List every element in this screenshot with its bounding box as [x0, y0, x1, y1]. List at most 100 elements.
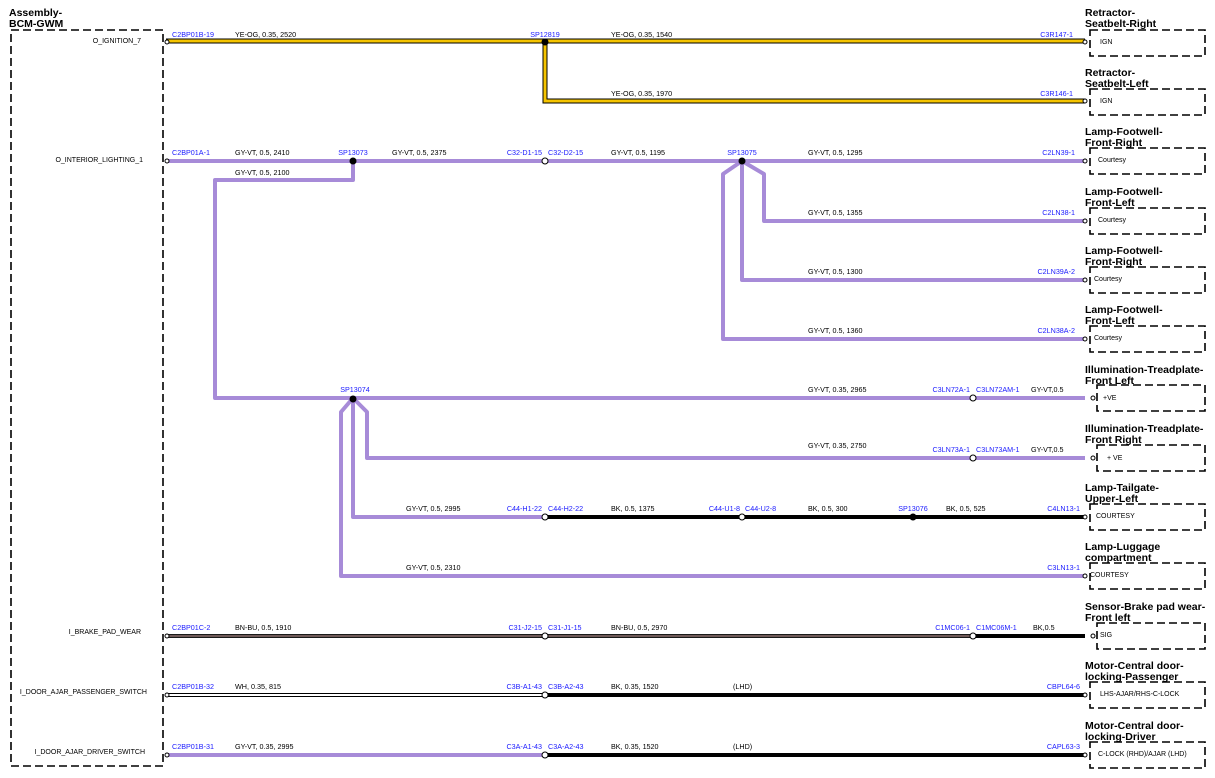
wire-label: YE-OG, 0.35, 2520 [235, 30, 296, 39]
wire-label: BK, 0.5, 525 [946, 504, 986, 513]
wire-label: BK, 0.35, 1520 [611, 742, 659, 751]
connector-label: C3LN73A-1 [932, 445, 970, 454]
connector-label: C32-D2-15 [548, 148, 583, 157]
connector-label: C3A-A1-43 [506, 742, 542, 751]
wire-label: BK,0.5 [1033, 623, 1055, 632]
wire-label: GY-VT, 0.5, 1360 [808, 326, 862, 335]
splice-sp12819 [541, 38, 549, 46]
wire-label: BN-BU, 0.5, 1910 [235, 623, 291, 632]
wire-label: (LHD) [733, 742, 752, 751]
splice-sp13076 [909, 513, 917, 521]
connector-label: C2LN38-1 [1042, 208, 1075, 217]
wire-label: BK, 0.5, 1375 [611, 504, 655, 513]
module-output-ignition: O_IGNITION_7 [93, 38, 141, 45]
wire-label: GY-VT, 0.5, 2995 [406, 504, 460, 513]
component-3-pin: Courtesy [1098, 217, 1127, 224]
connector-labels: C2BP01B-19 SP12819 C3R147-1 C3R146-1 C2B… [172, 30, 1080, 751]
inline-connector-c44-h [541, 513, 549, 521]
wire-label: GY-VT, 0.5, 1195 [611, 148, 665, 157]
module-output-door-ajar-passenger: I_DOOR_AJAR_PASSENGER_SWITCH [20, 689, 147, 696]
wire-label: YE-OG, 0.35, 1970 [611, 89, 672, 98]
wire-label: GY-VT, 0.5, 2310 [406, 563, 460, 572]
connector-label: C3LN72A-1 [932, 385, 970, 394]
connector-label: C31-J2-15 [508, 623, 542, 632]
module-output-brake-pad-wear: I_BRAKE_PAD_WEAR [69, 629, 141, 636]
wire-label: YE-OG, 0.35, 1540 [611, 30, 672, 39]
component-8-pin: COURTESY [1096, 513, 1135, 520]
component-6-pin: +VE [1103, 395, 1117, 402]
component-0-pin: IGN [1100, 39, 1112, 46]
wire-label: GY-VT,0.5 [1031, 385, 1064, 394]
connector-label: C2BP01B-19 [172, 30, 214, 39]
wire-label: BK, 0.5, 300 [808, 504, 848, 513]
connector-label: C31-J1-15 [548, 623, 582, 632]
splice-label: SP13076 [898, 504, 928, 513]
component-0-title-line2: Seatbelt-Right [1085, 18, 1157, 30]
component-12-pin: C-LOCK (RHD)/AJAR (LHD) [1098, 751, 1187, 758]
inline-connector-c3b [541, 691, 549, 699]
connector-label: C2LN39-1 [1042, 148, 1075, 157]
module-terminals [164, 39, 170, 758]
connector-label: C2LN39A-2 [1037, 267, 1075, 276]
connector-label: C44-H1-22 [507, 504, 542, 513]
components: Retractor- Seatbelt-Right IGN Retractor-… [1085, 7, 1206, 769]
module-bcm-gwm: Assembly- BCM-GWM O_IGNITION_7 O_INTERIO… [9, 7, 164, 767]
connector-label: C3LN13-1 [1047, 563, 1080, 572]
connector-label: C3A-A2-43 [548, 742, 584, 751]
component-10-pin: SIG [1100, 632, 1112, 639]
connector-label: C3R146-1 [1040, 89, 1073, 98]
component-7-pin: + VE [1107, 455, 1123, 462]
connector-label: C44-U1-8 [709, 504, 740, 513]
wire-label: GY-VT, 0.5, 2375 [392, 148, 446, 157]
connector-label: C1MC06-1 [935, 623, 970, 632]
inline-connector-c31 [541, 632, 549, 640]
wire-label: BK, 0.35, 1520 [611, 682, 659, 691]
inline-connector-c3ln72 [969, 394, 977, 402]
wire-label: GY-VT, 0.5, 1300 [808, 267, 862, 276]
connector-label: C3R147-1 [1040, 30, 1073, 39]
wiring-diagram: Assembly- BCM-GWM O_IGNITION_7 O_INTERIO… [9, 7, 1206, 769]
component-11-pin: LHS-AJAR/RHS-C-LOCK [1100, 691, 1180, 698]
wire-label: GY-VT, 0.35, 2750 [808, 441, 866, 450]
connector-label: C3B-A2-43 [548, 682, 584, 691]
connector-label: C2BP01A-1 [172, 148, 210, 157]
connector-label: CAPL63-3 [1047, 742, 1080, 751]
splice-label: SP13074 [340, 385, 370, 394]
module-output-door-ajar-driver: I_DOOR_AJAR_DRIVER_SWITCH [35, 749, 145, 756]
inline-connector-c44-u [738, 513, 746, 521]
inline-connector-c3a [541, 751, 549, 759]
module-box [10, 29, 164, 767]
wire-label: GY-VT, 0.5, 2100 [235, 168, 289, 177]
splice-sp13073 [349, 157, 357, 165]
wire-interior-lighting [166, 159, 1085, 578]
component-10-box [1096, 622, 1206, 650]
connector-label: C2BP01C-2 [172, 623, 210, 632]
component-4-pin: Courtesy [1094, 276, 1123, 283]
splice-sp13074 [349, 395, 357, 403]
wire-label: WH, 0.35, 815 [235, 682, 281, 691]
connector-label: C3B-A1-43 [506, 682, 542, 691]
wire-label: GY-VT, 0.35, 2995 [235, 742, 293, 751]
inline-connector-c3ln73 [969, 454, 977, 462]
splice-label: SP13073 [338, 148, 368, 157]
connector-label: C3LN73AM-1 [976, 445, 1020, 454]
wire-label: GY-VT, 0.5, 1355 [808, 208, 862, 217]
connector-label: C44-H2-22 [548, 504, 583, 513]
connector-label: C1MC06M-1 [976, 623, 1017, 632]
wire-label: GY-VT, 0.5, 2410 [235, 148, 289, 157]
connector-label: C2BP01B-32 [172, 682, 214, 691]
splice-label: SP12819 [530, 30, 560, 39]
connector-label: C4LN13-1 [1047, 504, 1080, 513]
connector-label: C44-U2-8 [745, 504, 776, 513]
wire-label: GY-VT, 0.35, 2965 [808, 385, 866, 394]
connector-label: C3LN72AM-1 [976, 385, 1020, 394]
inline-connector-c1mc06 [969, 632, 977, 640]
component-5-pin: Courtesy [1094, 335, 1123, 342]
component-1-pin: IGN [1100, 98, 1112, 105]
splice-label: SP13075 [727, 148, 757, 157]
component-9-pin: COURTESY [1090, 572, 1129, 579]
wire-label: GY-VT, 0.5, 1295 [808, 148, 862, 157]
module-title-line2: BCM-GWM [9, 18, 63, 30]
wire-label: GY-VT,0.5 [1031, 445, 1064, 454]
component-2-pin: Courtesy [1098, 157, 1127, 164]
